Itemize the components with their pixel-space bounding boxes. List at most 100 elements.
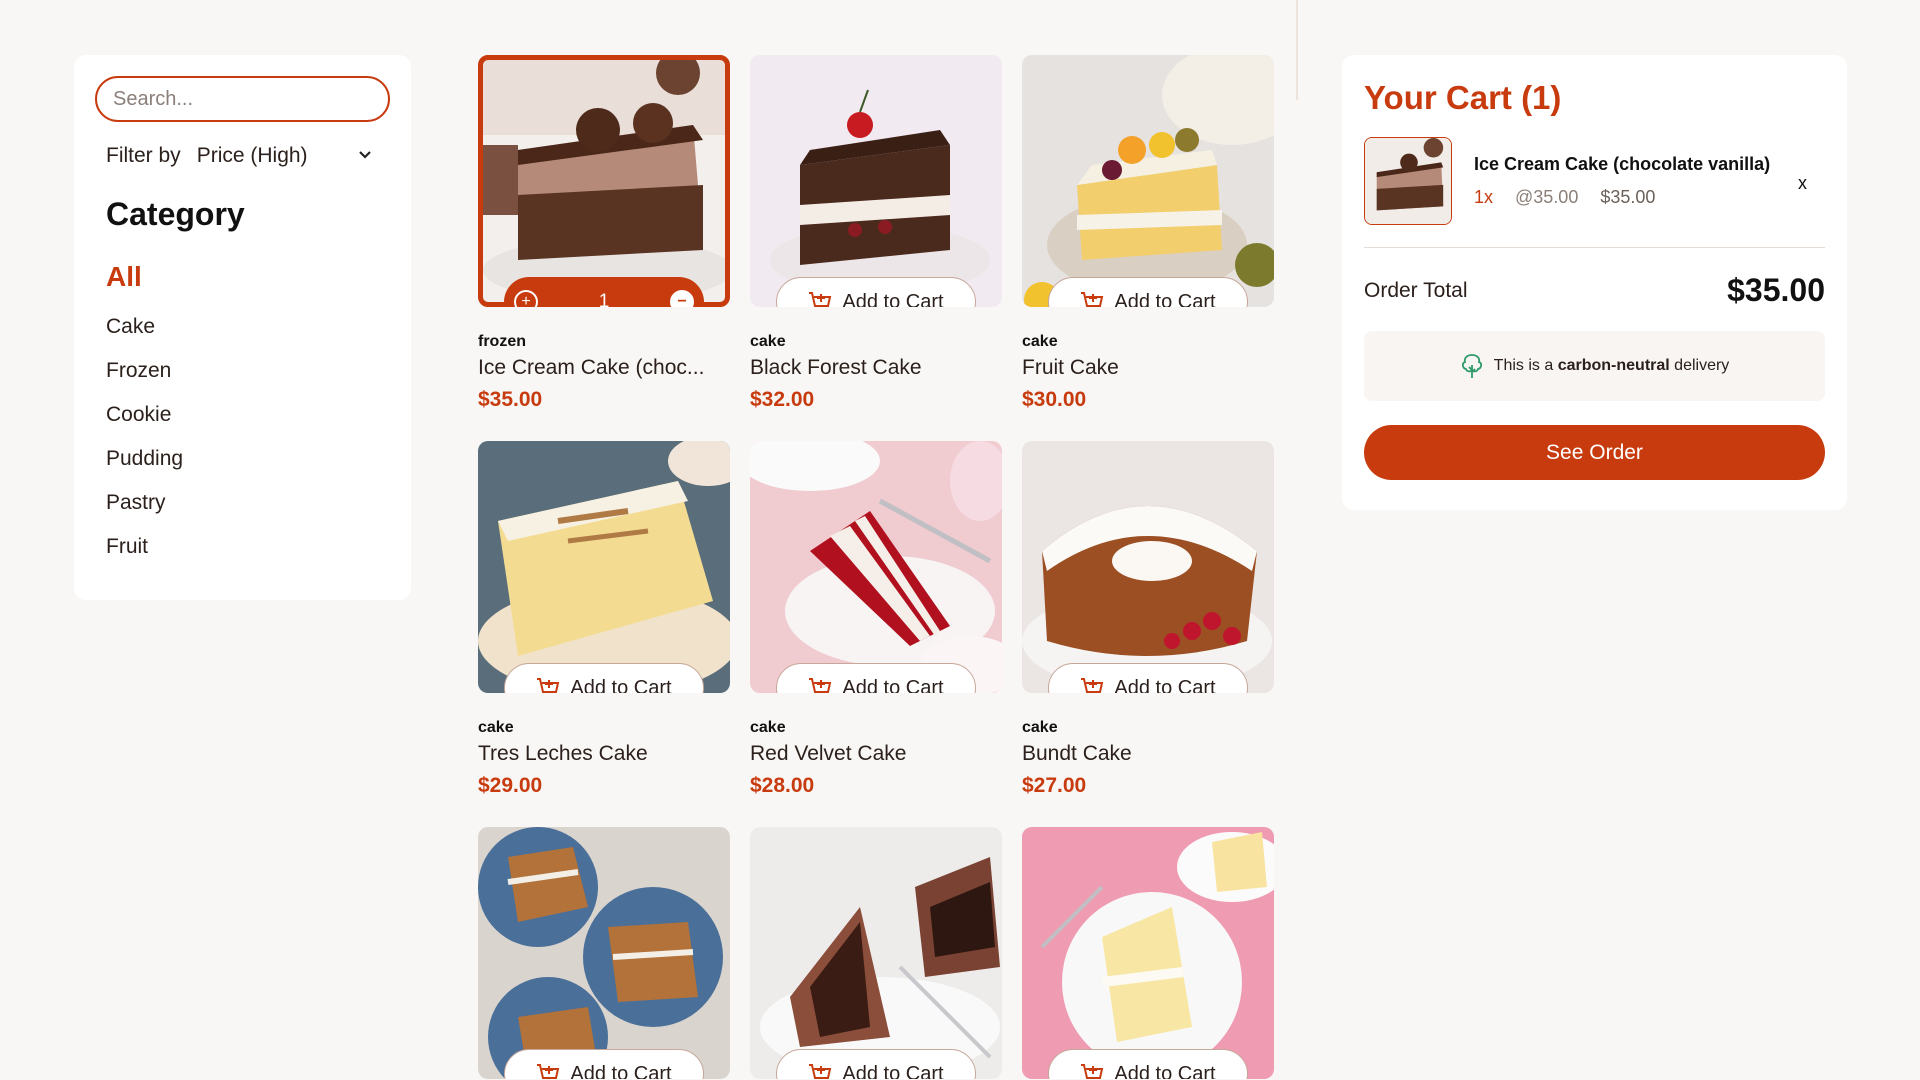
- product-name: Bundt Cake: [1022, 742, 1132, 765]
- see-order-button[interactable]: See Order: [1364, 425, 1825, 480]
- filter-row: Filter by Price (High): [95, 144, 390, 168]
- category-item-cake[interactable]: Cake: [106, 305, 390, 349]
- add-to-cart-button[interactable]: Add to Cart: [1048, 277, 1248, 307]
- cart-item-line-total: $35.00: [1600, 187, 1656, 207]
- cart-item-details: 1x @35.00 $35.00: [1474, 187, 1770, 208]
- order-total-value: $35.00: [1727, 272, 1825, 308]
- product-category: cake: [478, 719, 514, 736]
- carbon-prefix: This is a: [1493, 357, 1554, 374]
- add-to-cart-button[interactable]: Add to Cart: [776, 277, 976, 307]
- order-total-row: Order Total $35.00: [1364, 272, 1825, 309]
- product-price: $27.00: [1022, 774, 1087, 797]
- quantity-stepper[interactable]: + 1 −: [504, 277, 704, 307]
- product-card: Add to Cart cake Fruit Cake $30.00: [1022, 55, 1274, 412]
- product-card: Add to Cart cake Red Velvet Cake $28.00: [750, 441, 1002, 798]
- add-to-cart-label: Add to Cart: [842, 676, 944, 694]
- order-total-label: Order Total: [1364, 278, 1468, 302]
- add-to-cart-button[interactable]: Add to Cart: [776, 663, 976, 693]
- cart-plus-icon: [1081, 1064, 1104, 1079]
- product-image[interactable]: Add to Cart: [1022, 55, 1274, 307]
- category-item-cookie[interactable]: Cookie: [106, 393, 390, 437]
- page: Filter by Price (High) Category All Cake…: [0, 0, 1920, 1080]
- product-image[interactable]: Add to Cart: [1022, 827, 1274, 1079]
- cart-item-thumbnail: [1364, 137, 1452, 225]
- product-meta: cake Tres Leches Cake $29.00: [478, 719, 730, 798]
- product-card: Add to Cart: [478, 827, 730, 1079]
- product-meta: cake Black Forest Cake $32.00: [750, 333, 1002, 412]
- product-card: Add to Cart: [1022, 827, 1274, 1079]
- product-image[interactable]: Add to Cart: [1022, 441, 1274, 693]
- product-price: $28.00: [750, 774, 815, 797]
- category-item-frozen[interactable]: Frozen: [106, 349, 390, 393]
- cart-plus-icon: [809, 678, 832, 693]
- add-to-cart-button[interactable]: Add to Cart: [504, 663, 704, 693]
- product-name: Fruit Cake: [1022, 356, 1119, 379]
- add-to-cart-label: Add to Cart: [1114, 290, 1216, 308]
- cart-plus-icon: [537, 678, 560, 693]
- product-card: Add to Cart cake Tres Leches Cake $29.00: [478, 441, 730, 798]
- cart-title: Your Cart (1): [1364, 79, 1562, 116]
- product-price: $29.00: [478, 774, 543, 797]
- cart-plus-icon: [809, 292, 832, 307]
- tree-icon: [1461, 354, 1482, 378]
- add-to-cart-label: Add to Cart: [842, 1062, 944, 1080]
- add-to-cart-label: Add to Cart: [1114, 1062, 1216, 1080]
- category-item-pudding[interactable]: Pudding: [106, 437, 390, 481]
- cart-item: Ice Cream Cake (chocolate vanilla) 1x @3…: [1364, 137, 1825, 225]
- product-image[interactable]: + 1 −: [478, 55, 730, 307]
- black-forest-cake-image: [750, 55, 1002, 307]
- add-to-cart-label: Add to Cart: [570, 676, 672, 694]
- product-category: cake: [750, 333, 786, 350]
- add-to-cart-button[interactable]: Add to Cart: [776, 1049, 976, 1079]
- increment-icon[interactable]: +: [514, 290, 538, 307]
- category-item-all[interactable]: All: [106, 255, 390, 305]
- product-image[interactable]: Add to Cart: [478, 827, 730, 1079]
- red-velvet-cake-image: [750, 441, 1002, 693]
- add-to-cart-button[interactable]: Add to Cart: [504, 1049, 704, 1079]
- carbon-text: This is a carbon-neutral delivery: [1494, 357, 1730, 375]
- add-to-cart-label: Add to Cart: [1114, 676, 1216, 694]
- remove-item-button[interactable]: x: [1798, 173, 1807, 194]
- divider: [1296, 0, 1298, 100]
- cart-plus-icon: [537, 1064, 560, 1079]
- vanilla-cake-image: [1022, 827, 1274, 1079]
- cart-panel: Your Cart (1) Ice Cream Cake (chocolate …: [1342, 55, 1847, 510]
- add-to-cart-button[interactable]: Add to Cart: [1048, 1049, 1248, 1079]
- cart-separator: [1364, 247, 1825, 248]
- product-category: frozen: [478, 333, 526, 350]
- product-image[interactable]: Add to Cart: [750, 827, 1002, 1079]
- sidebar: Filter by Price (High) Category All Cake…: [74, 55, 411, 600]
- product-meta: cake Bundt Cake $27.00: [1022, 719, 1274, 798]
- category-item-fruit[interactable]: Fruit: [106, 525, 390, 569]
- quantity-value: 1: [598, 291, 610, 307]
- chevron-down-icon: [358, 147, 372, 165]
- product-image[interactable]: Add to Cart: [750, 441, 1002, 693]
- search-input[interactable]: [113, 87, 372, 111]
- cart-plus-icon: [1081, 678, 1104, 693]
- cart-plus-icon: [1081, 292, 1104, 307]
- add-to-cart-button[interactable]: Add to Cart: [1048, 663, 1248, 693]
- product-meta: cake Fruit Cake $30.00: [1022, 333, 1274, 412]
- product-name: Ice Cream Cake (choc...: [478, 356, 705, 379]
- product-category: cake: [1022, 719, 1058, 736]
- cart-item-qty: 1x: [1474, 187, 1494, 207]
- decrement-icon[interactable]: −: [669, 290, 694, 307]
- filter-label: Filter by: [106, 144, 181, 167]
- carbon-neutral-note: This is a carbon-neutral delivery: [1364, 331, 1825, 401]
- search-box[interactable]: [95, 76, 390, 122]
- product-name: Tres Leches Cake: [478, 742, 648, 765]
- category-item-pastry[interactable]: Pastry: [106, 481, 390, 525]
- product-image[interactable]: Add to Cart: [750, 55, 1002, 307]
- product-price: $30.00: [1022, 388, 1087, 411]
- cart-item-info: Ice Cream Cake (chocolate vanilla) 1x @3…: [1474, 154, 1770, 208]
- product-card: + 1 − frozen Ice Cream Cake (choc... $35…: [478, 55, 730, 412]
- product-meta: frozen Ice Cream Cake (choc... $35.00: [478, 333, 730, 412]
- ice-cream-cake-image: [478, 55, 730, 307]
- add-to-cart-label: Add to Cart: [570, 1062, 672, 1080]
- product-image[interactable]: Add to Cart: [478, 441, 730, 693]
- filter-select[interactable]: Price (High): [197, 144, 372, 168]
- product-name: Red Velvet Cake: [750, 742, 907, 765]
- product-category: cake: [750, 719, 786, 736]
- ice-cream-cake-thumbnail-image: [1365, 138, 1451, 224]
- product-card: Add to Cart cake Black Forest Cake $32.0…: [750, 55, 1002, 412]
